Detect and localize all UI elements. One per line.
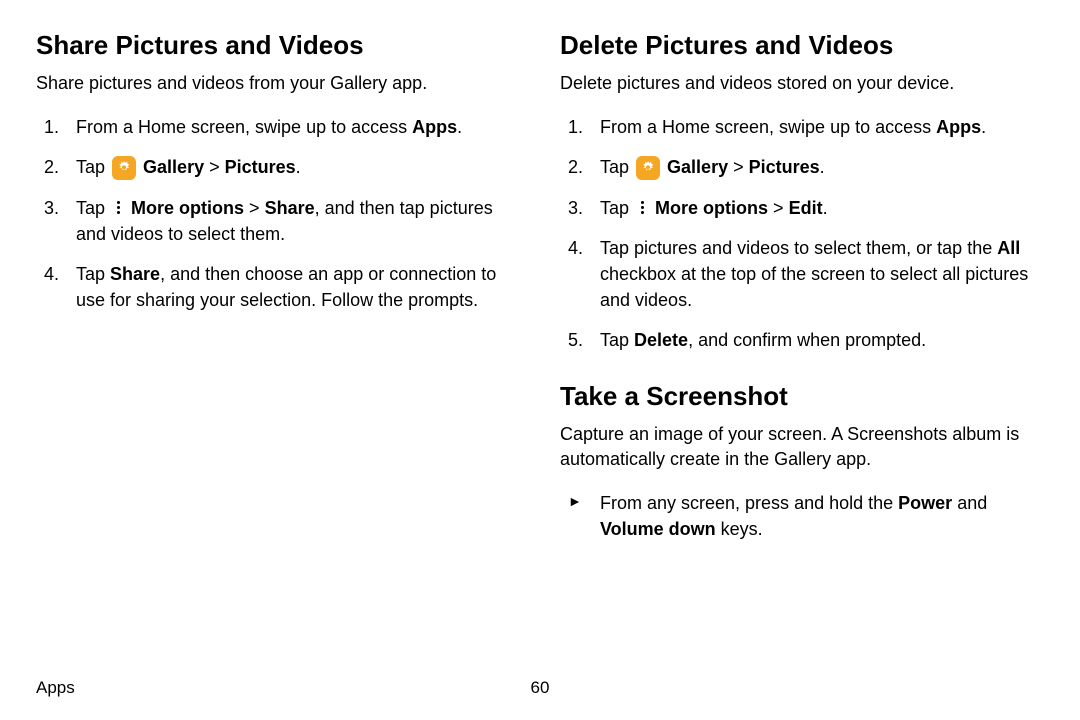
delete-step-2: Tap Gallery > Pictures.: [560, 154, 1044, 180]
share-step-1: From a Home screen, swipe up to access A…: [36, 114, 520, 140]
page-columns: Share Pictures and Videos Share pictures…: [36, 30, 1044, 557]
share-steps: From a Home screen, swipe up to access A…: [36, 114, 520, 313]
screenshot-section: Take a Screenshot Capture an image of yo…: [560, 381, 1044, 543]
share-step-2: Tap Gallery > Pictures.: [36, 154, 520, 180]
more-options-icon: [111, 198, 125, 218]
screenshot-steps: From any screen, press and hold the Powe…: [560, 490, 1044, 542]
share-heading: Share Pictures and Videos: [36, 30, 520, 61]
delete-steps: From a Home screen, swipe up to access A…: [560, 114, 1044, 353]
delete-step-5: Tap Delete, and confirm when prompted.: [560, 327, 1044, 353]
share-step-4: Tap Share, and then choose an app or con…: [36, 261, 520, 313]
delete-step-1: From a Home screen, swipe up to access A…: [560, 114, 1044, 140]
delete-intro: Delete pictures and videos stored on you…: [560, 71, 1044, 96]
share-step-3: Tap More options > Share, and then tap p…: [36, 195, 520, 247]
left-column: Share Pictures and Videos Share pictures…: [36, 30, 520, 557]
delete-step-3: Tap More options > Edit.: [560, 195, 1044, 221]
gallery-icon: [112, 156, 136, 180]
screenshot-intro: Capture an image of your screen. A Scree…: [560, 422, 1044, 472]
screenshot-heading: Take a Screenshot: [560, 381, 1044, 412]
screenshot-step-1: From any screen, press and hold the Powe…: [560, 490, 1044, 542]
delete-heading: Delete Pictures and Videos: [560, 30, 1044, 61]
gallery-icon: [636, 156, 660, 180]
share-intro: Share pictures and videos from your Gall…: [36, 71, 520, 96]
page-footer: Apps 60: [36, 678, 1044, 698]
footer-section-label: Apps: [36, 678, 75, 698]
delete-step-4: Tap pictures and videos to select them, …: [560, 235, 1044, 313]
more-options-icon: [635, 198, 649, 218]
footer-page-number: 60: [531, 678, 550, 698]
right-column: Delete Pictures and Videos Delete pictur…: [560, 30, 1044, 557]
